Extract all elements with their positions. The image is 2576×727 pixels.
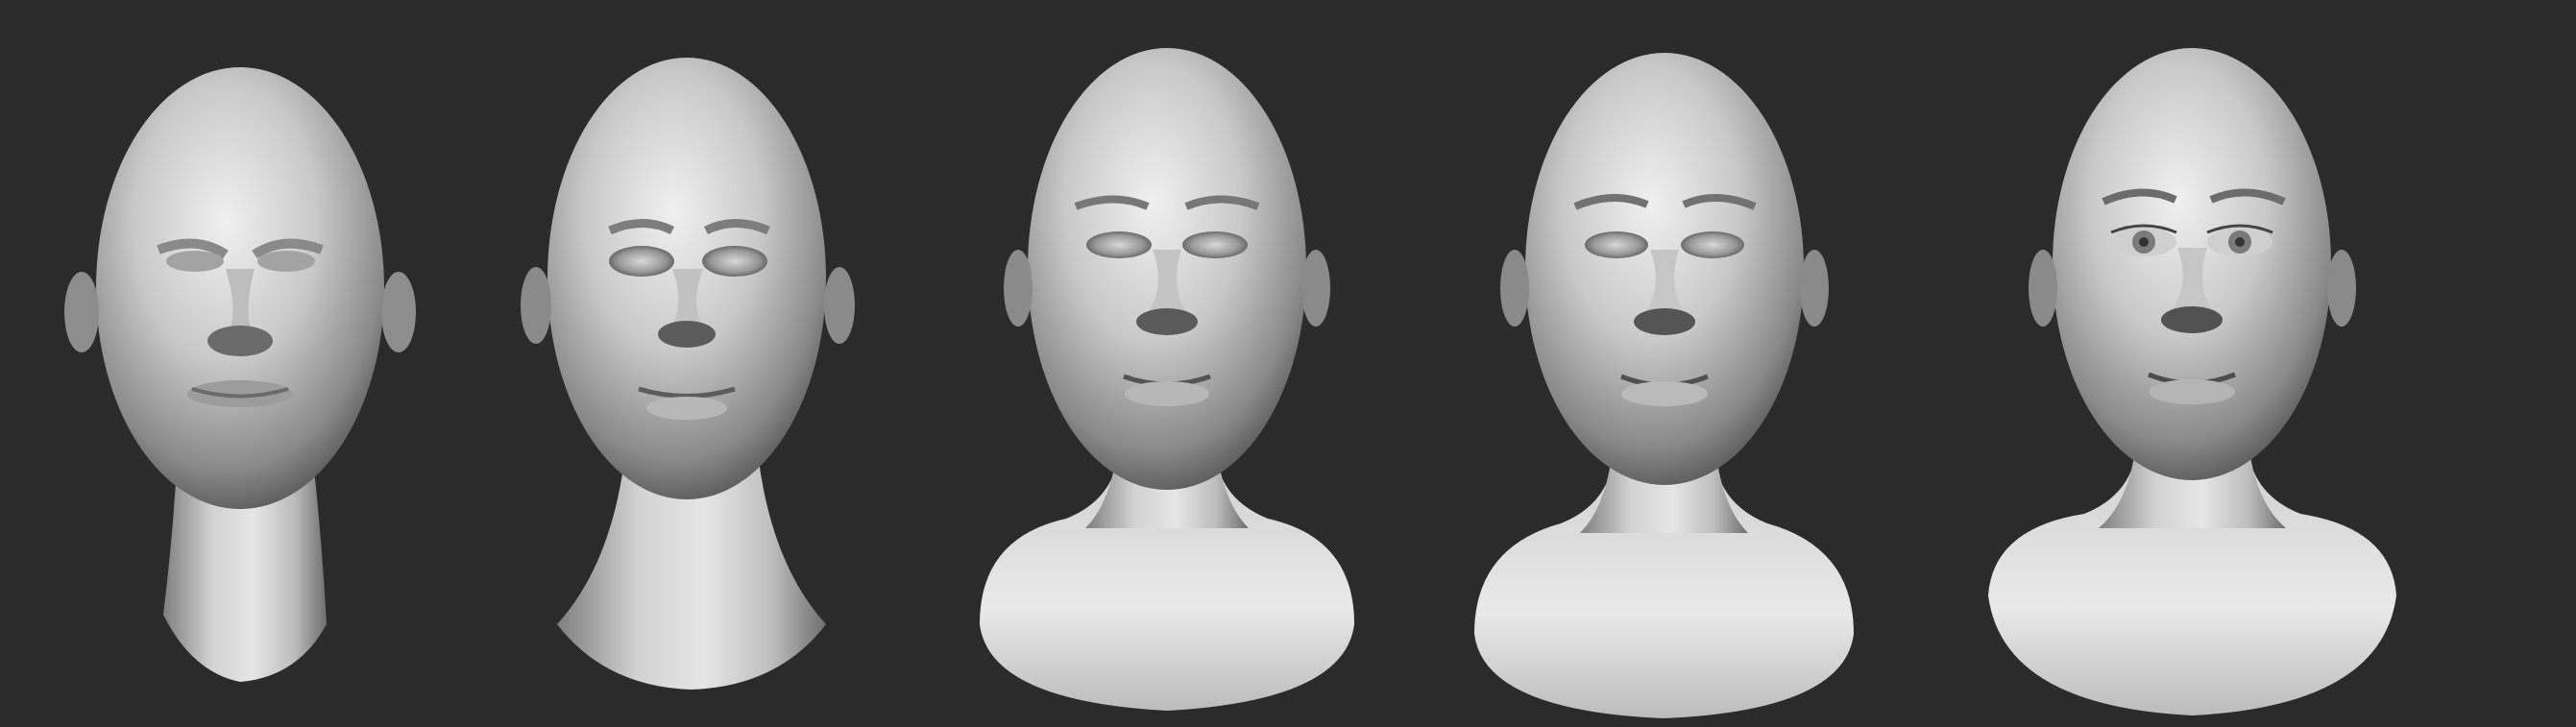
head-sculpt-stage-5 [1988,0,2396,727]
head-sculpt-stage-3 [980,0,1354,727]
sculpt-progression-canvas [0,0,2576,727]
head-sculpt-stage-2 [519,0,864,727]
head-sculpt-stage-1 [64,0,416,727]
head-sculpt-stage-4 [1474,0,1854,727]
